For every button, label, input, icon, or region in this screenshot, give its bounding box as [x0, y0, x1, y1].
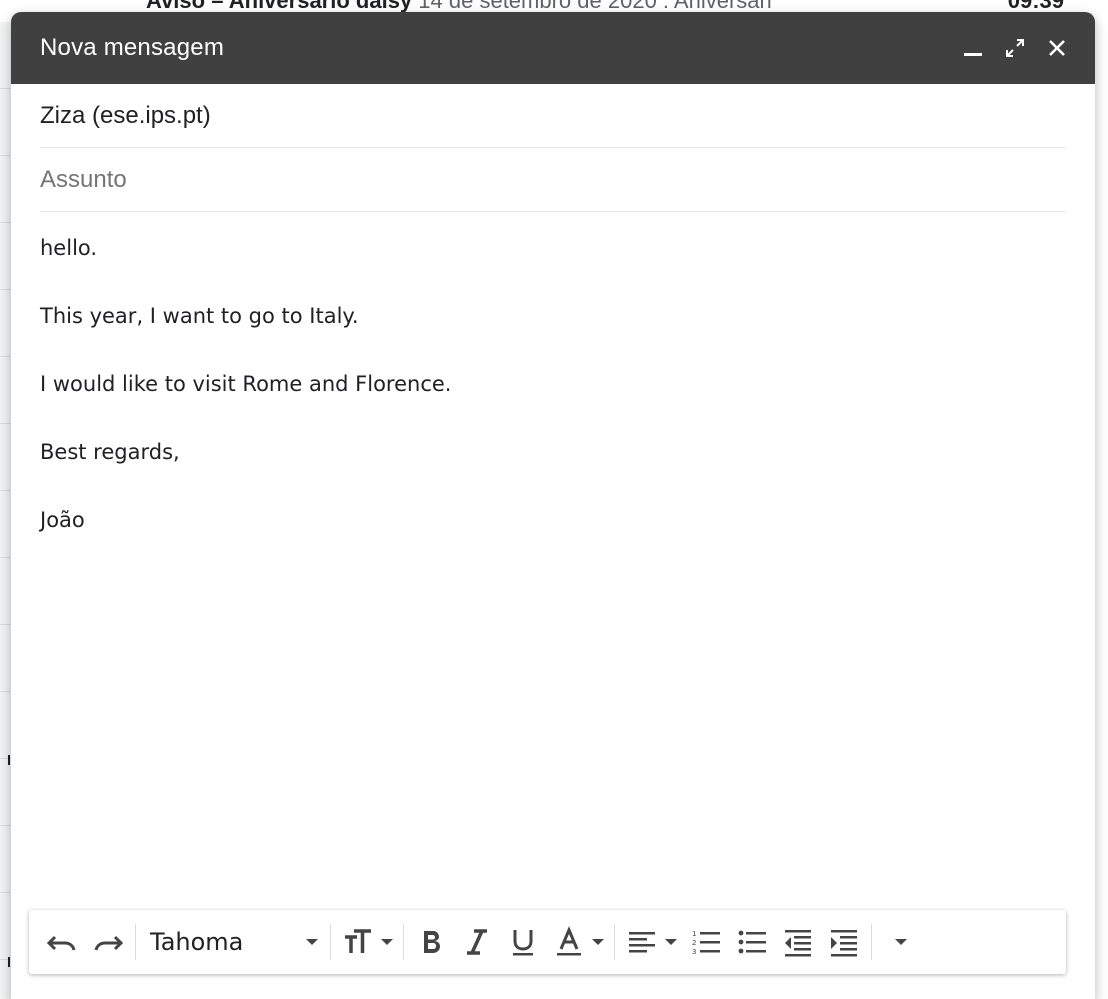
undo-button[interactable] — [39, 920, 85, 964]
indent-less-icon — [785, 930, 811, 957]
font-size-button[interactable] — [335, 920, 399, 964]
bold-icon — [424, 931, 440, 953]
undo-icon — [46, 935, 76, 951]
body-line: This year, I want to go to Italy. — [40, 304, 359, 328]
indent-less-button[interactable] — [775, 920, 821, 964]
background-mark — [8, 755, 10, 765]
toolbar-separator — [871, 924, 872, 960]
message-body[interactable]: hello. This year, I want to go to Italy.… — [40, 212, 1066, 892]
svg-text:2: 2 — [692, 939, 696, 947]
body-line: I would like to visit Rome and Florence. — [40, 372, 452, 396]
toolbar-separator — [330, 924, 331, 960]
chevron-down-icon — [381, 939, 393, 945]
svg-text:1: 1 — [692, 930, 696, 938]
more-formatting-button[interactable] — [876, 920, 920, 964]
toolbar-separator — [135, 924, 136, 960]
fullscreen-button[interactable] — [995, 28, 1035, 68]
underline-button[interactable] — [500, 920, 546, 964]
toolbar-separator — [403, 924, 404, 960]
recipients-field[interactable]: Ziza (ese.ips.pt) — [40, 84, 1066, 148]
italic-button[interactable] — [454, 920, 500, 964]
indent-more-icon — [831, 930, 857, 957]
close-icon — [1049, 40, 1065, 56]
recipient-chip[interactable]: Ziza (ese.ips.pt) — [40, 102, 211, 130]
redo-button[interactable] — [85, 920, 131, 964]
align-left-icon — [629, 932, 655, 953]
subject-input[interactable] — [40, 165, 1066, 194]
compose-header[interactable]: Nova mensagem — [11, 12, 1095, 84]
toolbar-separator — [614, 924, 615, 960]
font-family-select[interactable]: Tahoma — [140, 920, 326, 964]
font-size-icon — [345, 929, 371, 953]
body-line: Best regards, — [40, 440, 180, 464]
bulleted-list-icon — [738, 930, 766, 954]
chevron-down-icon — [306, 939, 318, 945]
underline-icon — [513, 930, 533, 956]
minimize-button[interactable] — [953, 28, 993, 68]
italic-icon — [467, 929, 487, 955]
body-line: hello. — [40, 236, 98, 260]
subject-row — [40, 148, 1066, 212]
minimize-icon — [964, 53, 982, 56]
align-button[interactable] — [619, 920, 683, 964]
compose-title: Nova mensagem — [40, 34, 225, 61]
expand-icon — [1006, 39, 1024, 57]
svg-text:3: 3 — [692, 948, 696, 956]
bulleted-list-button[interactable] — [729, 920, 775, 964]
formatting-toolbar: Tahoma 1 2 3 — [29, 910, 1066, 974]
chevron-down-icon — [665, 939, 677, 945]
text-color-button[interactable] — [546, 920, 610, 964]
indent-more-button[interactable] — [821, 920, 867, 964]
redo-icon — [94, 935, 124, 951]
bold-button[interactable] — [408, 920, 454, 964]
text-color-icon — [557, 926, 581, 956]
chevron-down-icon — [895, 939, 907, 945]
compose-window: Nova mensagem Ziza (ese.ips.pt) hello. T… — [11, 12, 1095, 999]
background-mark — [8, 957, 10, 967]
close-button[interactable] — [1037, 28, 1077, 68]
numbered-list-button[interactable]: 1 2 3 — [683, 920, 729, 964]
body-line: João — [40, 508, 85, 532]
font-family-value: Tahoma — [150, 928, 244, 956]
numbered-list-icon: 1 2 3 — [692, 930, 720, 956]
chevron-down-icon — [592, 939, 604, 945]
